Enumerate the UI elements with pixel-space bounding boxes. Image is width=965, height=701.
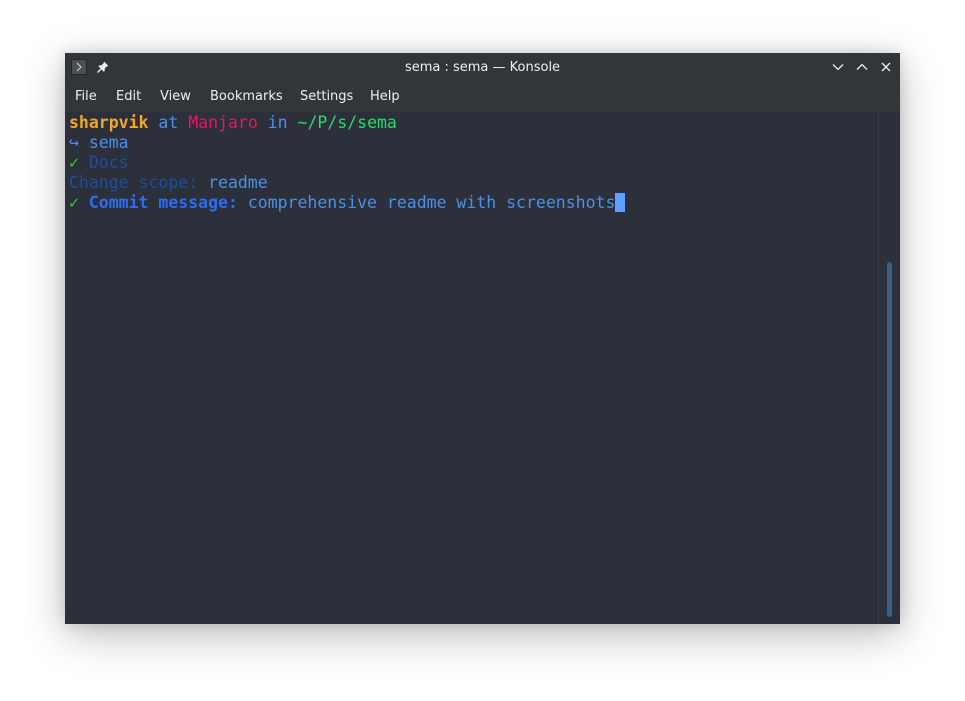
prompt-path: ~/P/s/sema [297,113,397,132]
scrollbar[interactable] [878,112,900,624]
menu-bookmarks[interactable]: Bookmarks [210,82,283,112]
arrow-icon: ↪ [69,133,79,152]
scope-label: Change scope: [69,173,199,192]
message-line: ✓ Commit message: comprehensive readme w… [69,193,626,213]
menu-settings[interactable]: Settings [300,82,353,112]
menu-help[interactable]: Help [370,82,400,112]
chevron-down-icon[interactable] [831,60,845,74]
terminal-output[interactable]: sharpvik at Manjaro in ~/P/s/sema ↪ sema… [65,112,878,624]
type-text: Docs [78,153,129,172]
menu-edit[interactable]: Edit [116,82,141,112]
check-icon: ✓ [69,193,79,212]
prompt-user: sharpvik [69,113,149,132]
message-value: comprehensive readme with screenshots [237,193,616,212]
command-line: ↪ sema [69,133,129,153]
close-icon[interactable] [879,60,893,74]
type-line: ✓ Docs [69,153,129,173]
message-label: Commit message: [78,193,238,212]
prompt-in: in [257,113,298,132]
chevron-up-icon[interactable] [855,60,869,74]
check-icon: ✓ [69,153,79,172]
menu-bar: File Edit View Bookmarks Settings Help [65,82,900,112]
prompt-at: at [148,113,189,132]
window-title: sema : sema — Konsole [404,60,561,75]
scrollbar-thumb[interactable] [887,262,892,617]
title-bar[interactable]: sema : sema — Konsole [65,53,900,82]
text-cursor [615,193,626,212]
prompt-line: sharpvik at Manjaro in ~/P/s/sema [69,113,397,133]
command-text: sema [78,133,129,152]
konsole-window: sema : sema — Konsole File Edit View Boo… [65,53,900,624]
menu-view[interactable]: View [160,82,191,112]
menu-file[interactable]: File [75,82,97,112]
scope-value: readme [198,173,268,192]
scope-line: Change scope: readme [69,173,268,193]
prompt-host: Manjaro [188,113,258,132]
